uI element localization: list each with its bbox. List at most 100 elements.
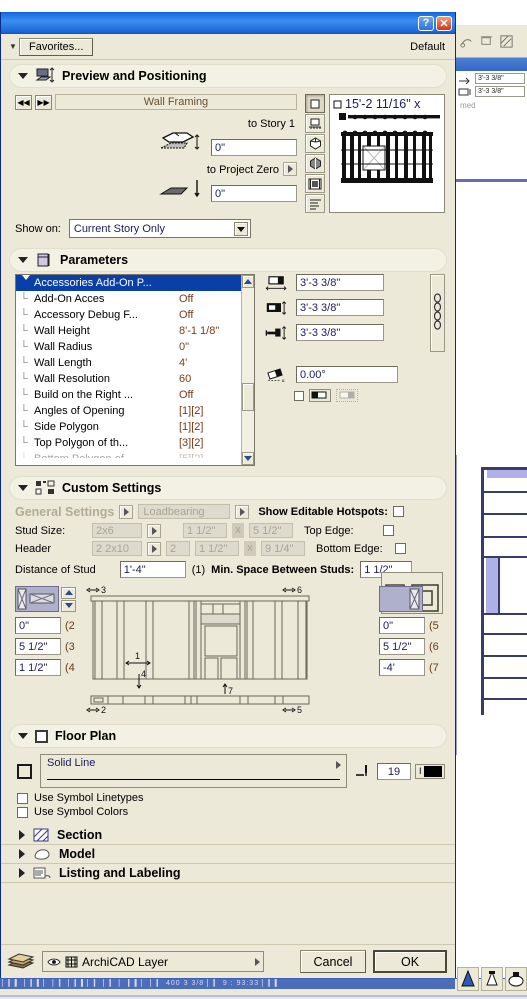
- parameter-row[interactable]: └ Wall Resolution 60: [16, 371, 241, 387]
- parameters-list[interactable]: Accessories Add-On P... └ Add-On Acces Off…: [15, 274, 255, 466]
- mirror-right-icon[interactable]: [336, 389, 358, 402]
- parameter-value[interactable]: 0": [179, 339, 241, 355]
- list-view-icon[interactable]: [305, 194, 325, 213]
- align-icon[interactable]: [479, 34, 494, 49]
- parameter-value[interactable]: Off: [179, 307, 241, 323]
- to-project-zero-input[interactable]: 0": [211, 185, 297, 202]
- chevron-down-icon[interactable]: [18, 73, 28, 79]
- parameter-value[interactable]: [1][2]: [179, 403, 241, 419]
- scroll-down-button[interactable]: [242, 452, 254, 465]
- use-symbol-linetypes-checkbox[interactable]: [17, 792, 28, 804]
- floor-plan-symbol-checkbox[interactable]: [17, 763, 32, 779]
- left-field-3[interactable]: 5 1/2": [15, 638, 61, 655]
- section-header-section[interactable]: Section: [1, 826, 455, 845]
- use-symbol-colors-checkbox[interactable]: [17, 806, 28, 818]
- to-story-input[interactable]: 0": [211, 139, 297, 156]
- parameter-row-partial[interactable]: └Bottom Polygon of[5][2]: [16, 451, 241, 458]
- hatch-fill-icon[interactable]: [499, 34, 514, 49]
- previous-object-button[interactable]: ◀◀: [15, 94, 32, 110]
- project-zero-popup-button[interactable]: [283, 162, 297, 176]
- layer-dropdown[interactable]: ArchiCAD Layer: [42, 951, 264, 972]
- axonometric-wire-icon[interactable]: [305, 134, 325, 153]
- collapse-all-icon[interactable]: ▼: [7, 42, 19, 51]
- mirror-left-icon[interactable]: [309, 389, 331, 402]
- linetype-dropdown[interactable]: Solid Line: [40, 754, 347, 788]
- elevation-view-icon[interactable]: [305, 114, 325, 133]
- parameter-row[interactable]: └ Wall Height 8'-1 1/8": [16, 323, 241, 339]
- right-field-6[interactable]: 5 1/2": [379, 638, 425, 655]
- section-header-model[interactable]: Model: [1, 845, 455, 864]
- right-end-preview[interactable]: [379, 586, 423, 612]
- pen-color-swatch[interactable]: I: [415, 763, 445, 779]
- parameters-scrollbar[interactable]: [241, 275, 254, 465]
- show-hotspots-checkbox[interactable]: [392, 506, 404, 517]
- layers-icon[interactable]: [7, 952, 35, 971]
- preview-image-box[interactable]: 15'-2 11/16" x: [329, 94, 445, 213]
- chevron-down-icon[interactable]: [18, 733, 28, 739]
- chevron-down-icon[interactable]: [233, 222, 248, 236]
- section-header-listing-labeling[interactable]: Listing and Labeling: [1, 864, 455, 883]
- general-settings-popup-button[interactable]: [119, 504, 134, 519]
- use-symbol-linetypes-row[interactable]: Use Symbol Linetypes: [1, 790, 455, 804]
- plan-view-icon[interactable]: [305, 94, 325, 113]
- bottom-edge-checkbox[interactable]: [395, 543, 406, 554]
- chevron-right-icon[interactable]: [19, 830, 25, 840]
- parameter-row[interactable]: └ Wall Length 4': [16, 355, 241, 371]
- scroll-thumb[interactable]: [242, 383, 254, 411]
- header-value[interactable]: 2 2x10: [92, 541, 142, 556]
- depth-input[interactable]: 3'-3 3/8": [296, 299, 384, 316]
- distance-of-stud-input[interactable]: 1'-4": [119, 561, 186, 578]
- show-on-dropdown[interactable]: Current Story Only: [68, 219, 251, 238]
- chevron-down-icon[interactable]: [18, 257, 28, 263]
- left-spin-down-button[interactable]: [61, 599, 76, 612]
- publisher-icon[interactable]: [505, 967, 527, 991]
- caret-right-icon[interactable]: [336, 761, 341, 769]
- stud-size-value[interactable]: 2x6: [92, 523, 142, 538]
- left-spin-up-button[interactable]: [61, 586, 76, 599]
- parameter-value[interactable]: [1][2]: [179, 419, 241, 435]
- left-end-preview[interactable]: [15, 586, 59, 612]
- loadbearing-popup-button[interactable]: [235, 504, 250, 519]
- loadbearing-field[interactable]: Loadbearing: [138, 504, 231, 519]
- parameter-value[interactable]: [3][2]: [179, 435, 241, 451]
- chain-link-icon[interactable]: [430, 274, 445, 352]
- chevron-right-icon[interactable]: [19, 868, 25, 878]
- navigator-icon[interactable]: [457, 967, 479, 991]
- width-input[interactable]: 3'-3 3/8": [296, 274, 384, 291]
- header-height-field[interactable]: 9 1/4": [261, 541, 305, 556]
- background-field-2[interactable]: 3'-3 3/8": [475, 86, 525, 97]
- close-button[interactable]: ✕: [436, 15, 452, 31]
- section-header-floor-plan[interactable]: Floor Plan: [9, 724, 447, 748]
- stud-height-field[interactable]: 5 1/2": [249, 523, 293, 538]
- organizer-icon[interactable]: [481, 967, 503, 991]
- help-button[interactable]: ?: [418, 15, 434, 31]
- parameter-row[interactable]: └ Wall Radius 0": [16, 339, 241, 355]
- angle-input[interactable]: 0.00°: [296, 366, 398, 383]
- axonometric-solid-icon[interactable]: [305, 154, 325, 173]
- left-field-2[interactable]: 0": [15, 617, 61, 634]
- parameter-row[interactable]: └ Side Polygon [1][2]: [16, 419, 241, 435]
- chevron-right-icon[interactable]: [19, 849, 25, 859]
- section-header-parameters[interactable]: Parameters: [9, 248, 447, 272]
- pen-number-input[interactable]: 19: [377, 762, 411, 780]
- parameter-value[interactable]: 4': [179, 355, 241, 371]
- stud-size-popup-button[interactable]: [147, 523, 161, 538]
- eye-icon[interactable]: [47, 957, 61, 967]
- cancel-button[interactable]: Cancel: [300, 950, 366, 973]
- pen-icon[interactable]: [355, 763, 373, 779]
- right-field-5[interactable]: 0": [379, 617, 425, 634]
- parameter-row[interactable]: └ Top Polygon of th... [3][2]: [16, 435, 241, 451]
- mirror-checkbox[interactable]: [294, 390, 304, 401]
- parameter-value[interactable]: 60: [179, 371, 241, 387]
- parameter-row[interactable]: └ Build on the Right ... Off: [16, 387, 241, 403]
- 3d-window-icon[interactable]: [305, 174, 325, 193]
- parameter-value[interactable]: Off: [179, 387, 241, 403]
- top-edge-checkbox[interactable]: [383, 525, 394, 536]
- header-popup-button[interactable]: [147, 541, 161, 556]
- use-symbol-colors-row[interactable]: Use Symbol Colors: [1, 804, 455, 818]
- reshape-icon[interactable]: [459, 34, 474, 49]
- dialog-titlebar[interactable]: ? ✕: [1, 12, 455, 34]
- header-width-field[interactable]: 1 1/2": [195, 541, 239, 556]
- left-field-4[interactable]: 1 1/2": [15, 659, 61, 676]
- section-header-custom-settings[interactable]: Custom Settings: [9, 476, 447, 500]
